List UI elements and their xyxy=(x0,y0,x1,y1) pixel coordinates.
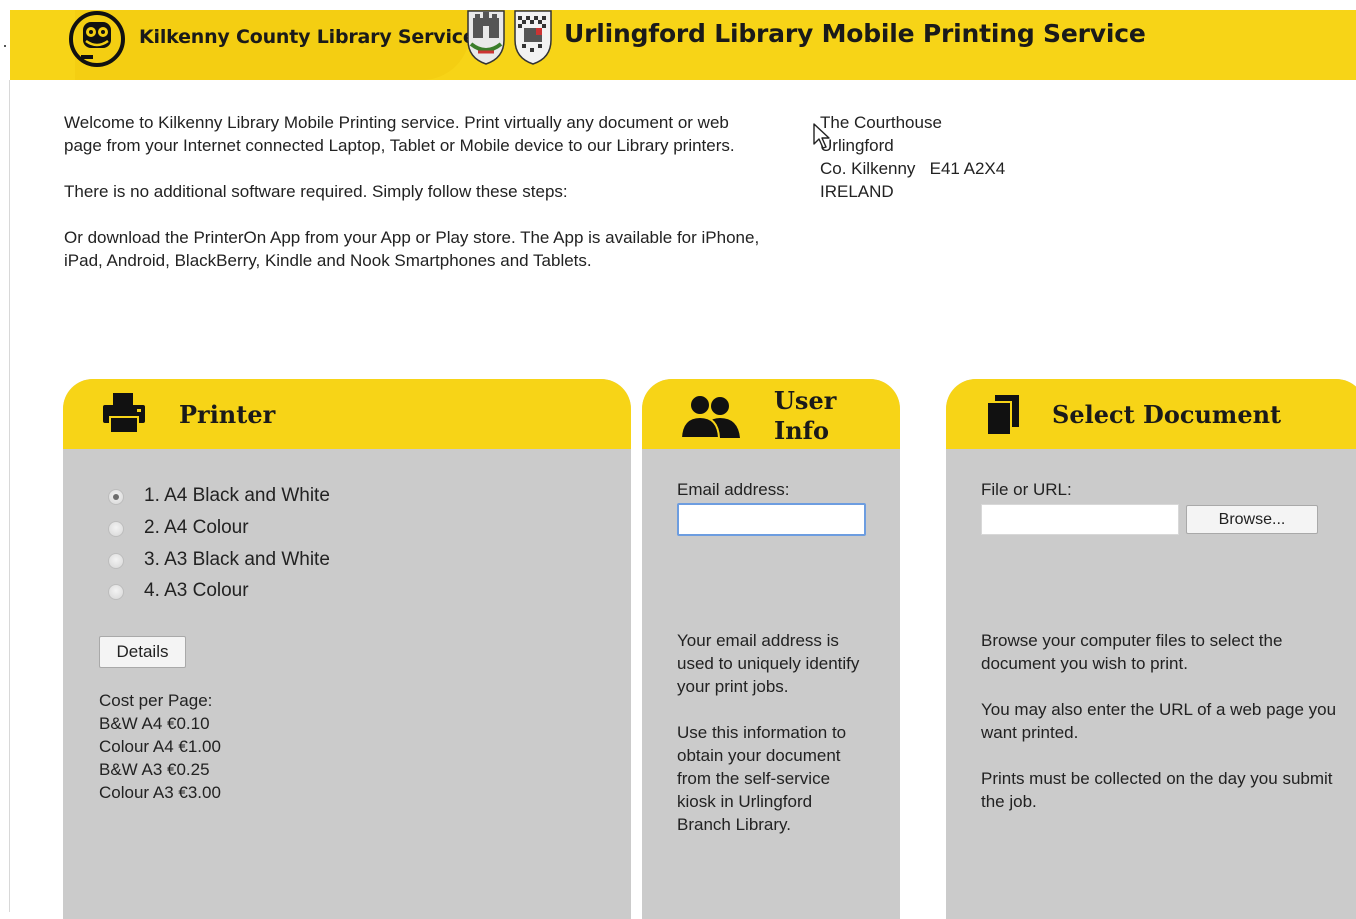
email-field[interactable] xyxy=(677,503,866,536)
cost-per-page: Cost per Page: B&W A4 €0.10 Colour A4 €1… xyxy=(99,689,221,804)
file-url-input[interactable] xyxy=(981,504,1179,535)
address-line-1: The Courthouse xyxy=(820,113,942,132)
printer-panel-title: Printer xyxy=(179,400,276,429)
document-help-3: Prints must be collected on the day you … xyxy=(981,769,1333,811)
library-address: The Courthouse Urlingford Co. Kilkenny E… xyxy=(820,111,1005,203)
intro-paragraph-app: Or download the PrinterOn App from your … xyxy=(64,228,760,270)
printer-option-3-label[interactable]: 3. A3 Black and White xyxy=(144,549,330,571)
document-help-1: Browse your computer files to select the… xyxy=(981,631,1283,673)
org-name: Kilkenny County Library Service xyxy=(139,26,476,48)
printer-option-2-radio[interactable] xyxy=(108,521,124,537)
kilkenny-crest-icon xyxy=(467,10,505,65)
cost-item: Colour A4 €1.00 xyxy=(99,737,221,756)
printer-option-1-label[interactable]: 1. A4 Black and White xyxy=(144,485,330,507)
intro-paragraph-welcome: Welcome to Kilkenny Library Mobile Print… xyxy=(64,113,735,155)
printer-option-4-label[interactable]: 4. A3 Colour xyxy=(144,580,249,602)
user-info-help: Your email address is used to uniquely i… xyxy=(677,629,867,859)
owl-logo-icon xyxy=(69,11,125,67)
select-document-panel-title: Select Document xyxy=(1052,400,1282,429)
printer-panel: Printer 1. A4 Black and White 2. A4 Colo… xyxy=(63,379,631,919)
page-title: Urlingford Library Mobile Printing Servi… xyxy=(564,19,1146,48)
mouse-cursor-icon xyxy=(813,123,830,149)
details-button[interactable]: Details xyxy=(99,636,186,668)
address-line-2: Urlingford xyxy=(820,136,894,155)
printer-option-2-label[interactable]: 2. A4 Colour xyxy=(144,517,249,539)
select-document-panel: Select Document File or URL: Browse... B… xyxy=(946,379,1356,919)
printer-option-1-radio[interactable] xyxy=(108,489,124,505)
printer-panel-header xyxy=(63,379,631,449)
email-label: Email address: xyxy=(677,480,790,499)
address-line-3: Co. Kilkenny E41 A2X4 xyxy=(820,159,1006,178)
intro-text: Welcome to Kilkenny Library Mobile Print… xyxy=(64,111,764,295)
cost-item: B&W A4 €0.10 xyxy=(99,714,210,733)
user-info-help-2: Use this information to obtain your docu… xyxy=(677,723,847,834)
users-icon xyxy=(680,394,740,438)
user-info-title-line-1: User xyxy=(774,386,837,415)
intro-paragraph-steps: There is no additional software required… xyxy=(64,182,568,201)
cost-heading: Cost per Page: xyxy=(99,691,213,710)
page-left-border xyxy=(9,80,10,912)
printer-icon xyxy=(103,393,145,434)
user-info-title-line-2: Info xyxy=(774,416,830,445)
address-line-4: IRELAND xyxy=(820,182,894,201)
select-document-help: Browse your computer files to select the… xyxy=(981,629,1341,836)
cost-item: B&W A3 €0.25 xyxy=(99,760,210,779)
printer-option-4-radio[interactable] xyxy=(108,584,124,600)
user-info-panel: User Info Email address: Your email addr… xyxy=(642,379,900,919)
file-url-label: File or URL: xyxy=(981,480,1072,499)
browse-button[interactable]: Browse... xyxy=(1186,505,1318,534)
county-crest-icon xyxy=(514,10,552,65)
document-icon xyxy=(986,395,1019,436)
user-info-panel-title: User Info xyxy=(774,386,836,446)
page-dot xyxy=(4,45,6,47)
user-info-help-1: Your email address is used to uniquely i… xyxy=(677,631,860,696)
document-help-2: You may also enter the URL of a web page… xyxy=(981,700,1337,742)
cost-item: Colour A3 €3.00 xyxy=(99,783,221,802)
printer-option-3-radio[interactable] xyxy=(108,553,124,569)
